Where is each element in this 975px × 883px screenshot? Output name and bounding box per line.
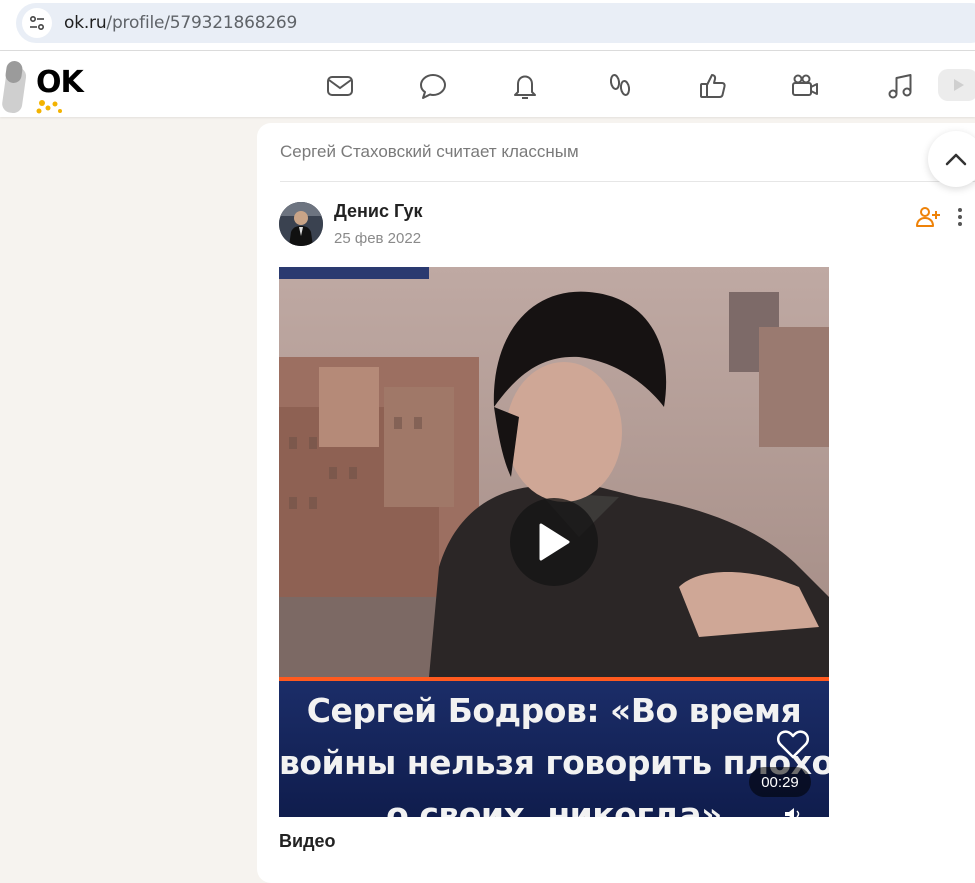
caption-line-2: войны нельзя говорить плохо (279, 743, 829, 782)
play-icon (539, 523, 570, 561)
mail-icon[interactable] (322, 68, 358, 104)
url-text: ok.ru/profile/579321868269 (64, 13, 297, 33)
music-icon[interactable] (882, 68, 918, 104)
more-options-icon[interactable] (950, 203, 970, 231)
like-icon[interactable] (695, 68, 731, 104)
collapse-button[interactable] (928, 131, 975, 187)
url-path: /profile/579321868269 (106, 13, 298, 33)
site-info-icon[interactable] (22, 8, 52, 38)
video-showcase-icon[interactable] (938, 69, 975, 101)
chevron-up-icon (945, 153, 967, 166)
volume-icon[interactable] (783, 807, 805, 817)
bell-icon[interactable] (507, 68, 543, 104)
video-duration: 00:29 (749, 767, 811, 797)
browser-address-bar: ok.ru/profile/579321868269 (0, 0, 975, 51)
content-type-label[interactable]: Видео (279, 831, 336, 852)
post-date[interactable]: 25 фев 2022 (334, 230, 421, 247)
caption-line-1: Сергей Бодров: «Во время (306, 691, 802, 730)
url-field[interactable]: ok.ru/profile/579321868269 (16, 3, 975, 43)
ok-logo[interactable]: OK (0, 51, 100, 117)
video-caption-overlay: Сергей Бодров: «Во время войны нельзя го… (279, 677, 829, 817)
liked-by-text[interactable]: Сергей Стаховский считает классным (280, 142, 579, 162)
video-player[interactable]: Сергей Бодров: «Во время войны нельзя го… (279, 267, 829, 817)
chat-icon[interactable] (415, 68, 451, 104)
add-friend-icon[interactable] (914, 203, 942, 231)
video-camera-icon[interactable] (787, 68, 823, 104)
play-button[interactable] (510, 498, 598, 586)
feed-card: Сергей Стаховский считает классным Денис… (257, 123, 975, 883)
top-toolbar: OK (0, 51, 975, 117)
caption-line-3: о своих, никогда» (386, 795, 722, 817)
url-host: ok.ru (64, 13, 107, 33)
author-name[interactable]: Денис Гук (334, 201, 423, 222)
video-thumbnail (279, 267, 829, 677)
friends-icon[interactable] (602, 68, 638, 104)
logo-text: OK (36, 65, 84, 100)
heart-icon[interactable] (776, 727, 810, 761)
author-avatar[interactable] (279, 202, 323, 246)
divider (280, 181, 975, 182)
